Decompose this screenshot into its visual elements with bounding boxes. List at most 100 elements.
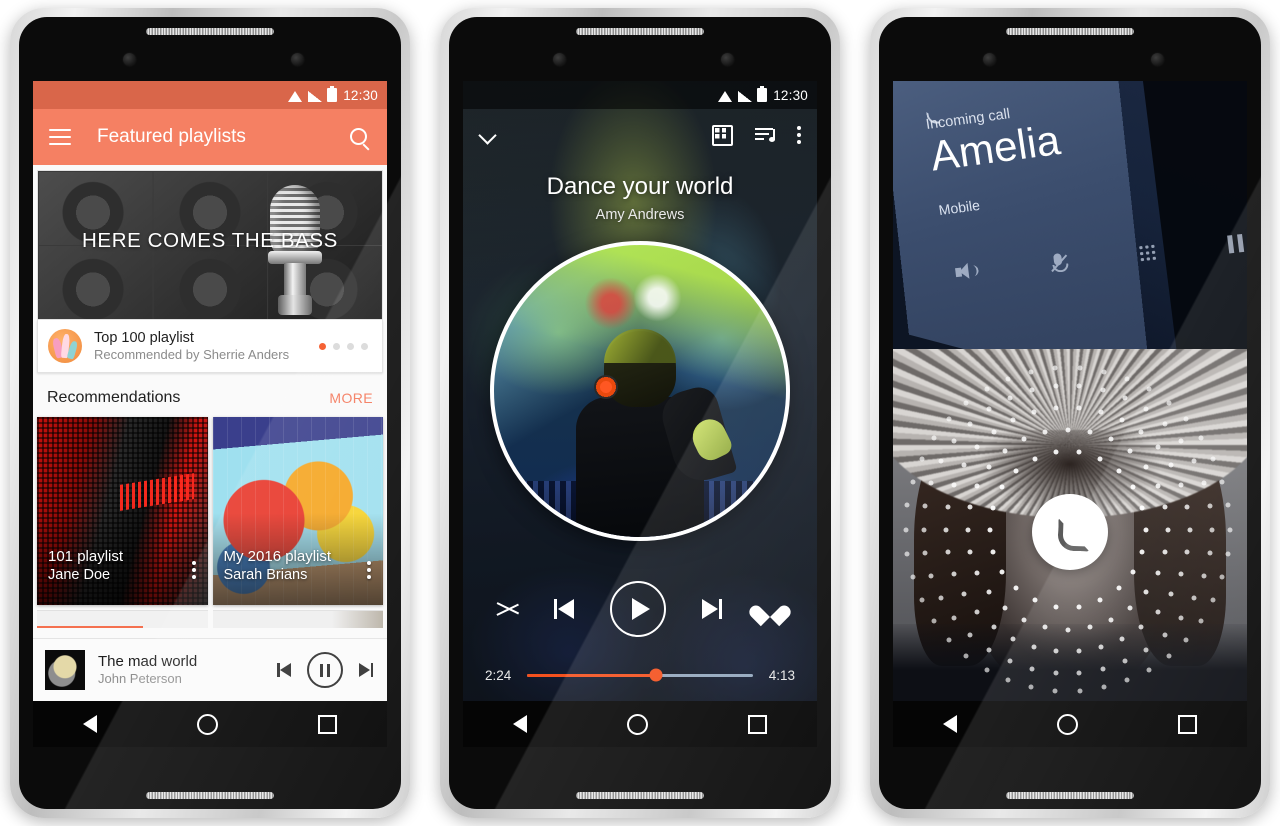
status-time: 12:30 [343, 87, 378, 103]
screen-incoming-call: Incoming call Amelia Mobile [893, 81, 1247, 747]
playlist-card[interactable]: 101 playlist Jane Doe [37, 417, 208, 605]
app-bar: Featured playlists [33, 109, 387, 165]
back-icon[interactable] [943, 715, 957, 733]
proximity-sensor [721, 53, 734, 66]
player-top-bar [463, 109, 817, 161]
bottom-speaker-grille [576, 792, 704, 799]
seek-bar-row: 2:24 4:13 [463, 668, 817, 683]
back-icon[interactable] [513, 715, 527, 733]
mic-off-icon[interactable] [1048, 253, 1070, 275]
phone-glass: Incoming call Amelia Mobile [879, 17, 1261, 809]
kebab-icon[interactable] [367, 561, 371, 579]
player-controls [463, 581, 817, 637]
total-time: 4:13 [768, 668, 795, 683]
promo-row[interactable]: Top 100 playlist Recommended by Sherrie … [37, 320, 383, 373]
bottom-speaker-grille [146, 792, 274, 799]
status-bar: 12:30 [463, 81, 817, 109]
earpiece-speaker-grille [146, 28, 274, 35]
phone-incoming-call: Incoming call Amelia Mobile [870, 8, 1270, 818]
skip-previous-icon[interactable] [277, 663, 292, 677]
status-time: 12:30 [773, 87, 808, 103]
hero-caption: HERE COMES THE BASS [82, 229, 338, 252]
phone-glass: 12:30 Dance your world Amy Andrews 2:24 … [449, 17, 831, 809]
album-art-circle[interactable] [490, 241, 790, 541]
navigation-bar [893, 701, 1247, 747]
track-artist: John Peterson [98, 671, 182, 687]
mini-player[interactable]: The mad world John Peterson [33, 638, 387, 701]
home-icon[interactable] [627, 713, 648, 735]
phone-glass: 12:30 Featured playlists HERE COMES THE … [19, 17, 401, 809]
navigation-bar [463, 701, 817, 747]
battery-icon [757, 88, 768, 102]
pager-dot[interactable] [333, 342, 340, 350]
chevron-down-icon[interactable] [479, 126, 497, 144]
skip-next-icon[interactable] [701, 599, 723, 619]
proximity-sensor [1151, 53, 1164, 66]
next-row-peek [33, 605, 387, 628]
back-icon[interactable] [83, 715, 97, 733]
playlist-card[interactable]: My 2016 playlist Sarah Brians [212, 417, 383, 605]
navigation-bar [33, 701, 387, 747]
bottom-speaker-grille [1006, 792, 1134, 799]
skip-previous-icon[interactable] [554, 599, 575, 619]
play-icon[interactable] [610, 581, 666, 637]
home-icon[interactable] [197, 713, 218, 735]
promo-title: Top 100 playlist [94, 329, 194, 346]
promo-subtitle: Recommended by Sherrie Anders [94, 346, 290, 362]
kebab-icon[interactable] [797, 126, 801, 144]
grid-view-icon[interactable] [712, 124, 733, 146]
recents-icon[interactable] [748, 714, 767, 734]
avatar [48, 329, 82, 363]
pause-icon[interactable] [1227, 234, 1245, 254]
status-icons [718, 88, 768, 102]
caller-photo [893, 349, 1247, 701]
section-header: Recommendations MORE [33, 373, 387, 417]
phone-now-playing: 12:30 Dance your world Amy Andrews 2:24 … [440, 8, 840, 818]
speaker-icon[interactable] [955, 262, 980, 281]
status-icons [288, 88, 338, 102]
pager-dots[interactable] [319, 342, 372, 350]
hero-banner[interactable]: HERE COMES THE BASS [37, 170, 383, 320]
pager-dot-active[interactable] [319, 342, 326, 350]
track-title: The mad world [98, 652, 198, 670]
pause-icon[interactable] [307, 652, 343, 688]
answer-call-button[interactable] [1032, 494, 1108, 571]
recents-icon[interactable] [1178, 714, 1197, 734]
home-icon[interactable] [1057, 713, 1078, 735]
more-link[interactable]: MORE [329, 390, 373, 406]
dialpad-icon[interactable] [1137, 243, 1158, 263]
mini-player-controls [277, 652, 375, 688]
pager-dot[interactable] [361, 342, 368, 350]
album-art-thumbnail [45, 650, 85, 690]
dj-figure-art [560, 329, 738, 537]
mini-player-text: The mad world John Peterson [98, 653, 277, 688]
promo-text: Top 100 playlist Recommended by Sherrie … [94, 329, 319, 363]
search-icon[interactable] [350, 127, 370, 151]
elapsed-time: 2:24 [485, 668, 512, 683]
wifi-icon [718, 91, 733, 102]
heart-icon[interactable] [757, 597, 783, 621]
status-bar: 12:30 [33, 81, 387, 109]
hamburger-icon[interactable] [49, 129, 71, 145]
battery-icon [327, 88, 338, 102]
proximity-sensor [291, 53, 304, 66]
card-author: Jane Doe [48, 567, 111, 584]
shuffle-icon[interactable] [497, 599, 519, 619]
pager-dot[interactable] [347, 342, 354, 350]
signal-icon [738, 91, 753, 102]
skip-next-icon[interactable] [358, 663, 373, 677]
phone-music-library: 12:30 Featured playlists HERE COMES THE … [10, 8, 410, 818]
headphones-art [594, 375, 618, 399]
card-title: 101 playlist [48, 547, 124, 565]
earpiece-speaker-grille [1006, 28, 1134, 35]
screenshot-stage: 12:30 Featured playlists HERE COMES THE … [0, 0, 1280, 826]
playlist-queue-icon[interactable] [755, 127, 775, 143]
signal-icon [308, 91, 323, 102]
seek-slider[interactable] [527, 668, 753, 682]
phone-icon [1055, 517, 1085, 547]
track-title: Dance your world [546, 173, 734, 200]
recents-icon[interactable] [318, 714, 337, 734]
front-camera [553, 53, 566, 66]
kebab-icon[interactable] [191, 561, 196, 579]
seek-handle[interactable] [649, 668, 663, 682]
